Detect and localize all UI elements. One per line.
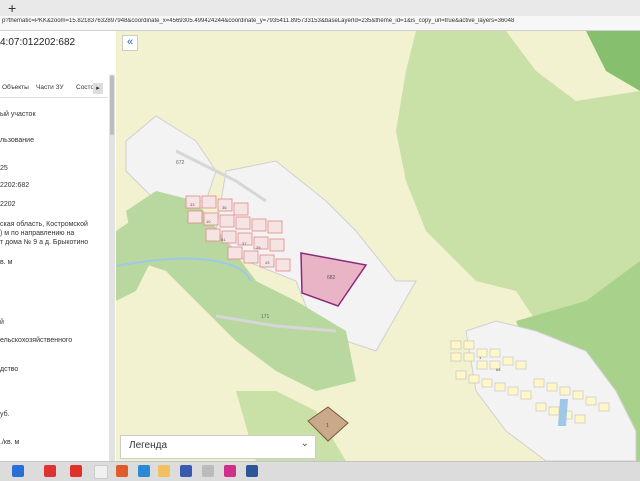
browser-tab-strip: + <box>0 0 640 17</box>
info-row: т дома № 9 а д. Брыкотино <box>0 239 89 246</box>
start-icon[interactable] <box>12 465 24 477</box>
info-row: 2202 <box>0 201 16 208</box>
legend-dropdown[interactable]: Легенда ⌄ <box>120 435 316 459</box>
tab-state[interactable]: Состо <box>76 84 94 91</box>
tab-objects[interactable]: Объекты <box>2 84 29 91</box>
edge-icon[interactable] <box>138 465 150 477</box>
block-label: 36 <box>222 205 227 210</box>
tabs-scroll-right-icon[interactable]: ▸ <box>93 83 103 94</box>
info-row: дство <box>0 366 19 373</box>
road-label: 171 <box>261 314 270 320</box>
panel-scrollbar-thumb[interactable] <box>110 75 114 135</box>
app2-icon[interactable] <box>202 465 214 477</box>
cadastral-number: 4:07:012202:682 <box>0 37 76 48</box>
search-icon[interactable] <box>44 465 56 477</box>
block-label: 37 <box>242 241 247 246</box>
info-row: в. м <box>0 259 13 266</box>
panel-tabs: Объекты Части ЗУ Состо ▸ <box>0 81 108 98</box>
block-label: 68 <box>496 367 501 372</box>
info-row: ельскохозяйственного <box>0 337 73 344</box>
chevron-down-icon[interactable]: ⌄ <box>301 438 309 449</box>
info-panel: 4:07:012202:682 Объекты Части ЗУ Состо ▸… <box>0 31 117 461</box>
block-label: 33 <box>190 202 195 207</box>
app3-icon[interactable] <box>224 465 236 477</box>
panel-scrollbar[interactable] <box>109 75 115 461</box>
info-row: ый участок <box>0 111 36 118</box>
tab-parts[interactable]: Части ЗУ <box>36 84 64 91</box>
yandex-icon[interactable] <box>70 465 82 477</box>
map-view[interactable]: 672 171 682 1 10 41 37 39 43 33 36 68 1 … <box>116 31 640 461</box>
road-label: 672 <box>176 160 185 166</box>
info-row: ) м по направлению на <box>0 230 75 237</box>
info-row: ./кв. м <box>0 439 20 446</box>
info-row: ская область, Костромской <box>0 221 88 228</box>
info-row: й <box>0 319 4 326</box>
info-row: льзование <box>0 137 34 144</box>
chrome-icon[interactable] <box>116 465 128 477</box>
info-row: уб. <box>0 411 10 418</box>
plot-label: 1 <box>326 423 329 429</box>
collapse-panel-icon[interactable]: « <box>122 35 138 51</box>
taskbar <box>0 461 640 481</box>
map-canvas[interactable]: 672 171 682 1 10 41 37 39 43 33 36 68 1 <box>116 31 640 461</box>
address-bar[interactable]: p?thematic=PKK&zoom=15.821837632897948&c… <box>0 16 640 31</box>
block-label: 41 <box>221 237 226 242</box>
info-row: 2202:682 <box>0 182 30 189</box>
block-label: 10 <box>206 219 211 224</box>
new-tab-button[interactable]: + <box>8 0 16 16</box>
block-label: 43 <box>265 260 270 265</box>
files-icon[interactable] <box>158 465 170 477</box>
parcel-label: 682 <box>327 275 336 281</box>
info-row: 25 <box>0 165 8 172</box>
settlement-area <box>125 115 217 202</box>
app-icon[interactable] <box>180 465 192 477</box>
forest-area <box>586 31 640 91</box>
url-text[interactable]: p?thematic=PKK&zoom=15.821837632897948&c… <box>2 18 562 24</box>
word-icon[interactable] <box>246 465 258 477</box>
block-label: 39 <box>256 245 261 250</box>
opera-icon[interactable] <box>94 465 108 479</box>
forest-area <box>396 31 640 331</box>
legend-label: Легенда <box>129 440 168 451</box>
